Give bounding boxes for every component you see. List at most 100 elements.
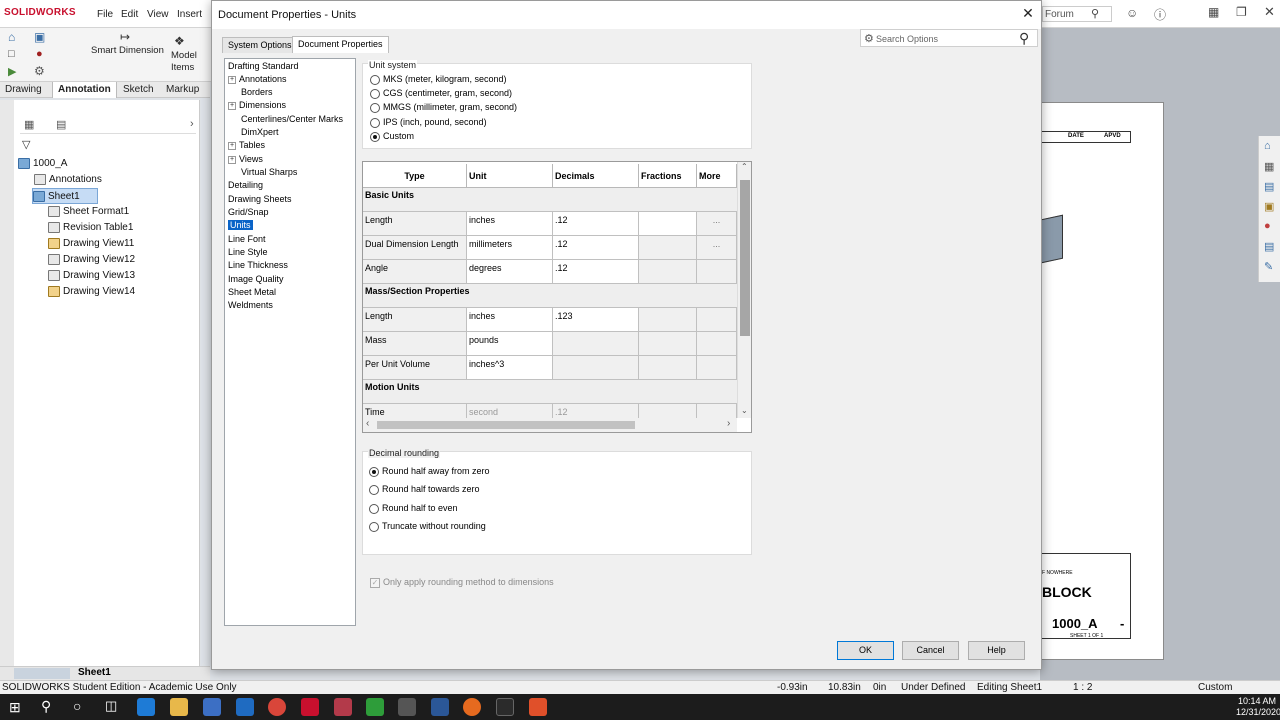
scroll-right-icon[interactable]: ›	[727, 418, 730, 429]
drawing-sheet[interactable]: DATE APVD F NOWHERE BLOCK 1000_A - SHEET…	[1040, 102, 1164, 660]
solidworks-icon[interactable]	[301, 698, 319, 716]
cat-line-font[interactable]: Line Font	[228, 233, 266, 246]
select-icon[interactable]: ▶	[8, 65, 16, 78]
design-library-icon[interactable]: ▦	[1264, 160, 1274, 173]
close-app-icon[interactable]: ✕	[1264, 4, 1275, 20]
cell-unit[interactable]: inches	[467, 308, 553, 332]
cell-decimals[interactable]: .12	[553, 260, 639, 284]
camera-icon[interactable]	[398, 698, 416, 716]
cell-unit[interactable]: inches^3	[467, 356, 553, 380]
new-icon[interactable]: □	[8, 48, 15, 60]
scroll-down-icon[interactable]: ⌄	[741, 406, 748, 415]
table-horizontal-scrollbar[interactable]: ‹ ›	[363, 418, 737, 432]
tab-markup[interactable]: Markup	[161, 82, 204, 98]
units-status[interactable]: Custom	[1198, 682, 1232, 693]
menu-edit[interactable]: Edit	[121, 9, 138, 20]
menu-file[interactable]: File	[97, 9, 113, 20]
home-icon[interactable]: ⌂	[8, 30, 15, 44]
cell-decimals[interactable]: .12	[553, 236, 639, 260]
chrome-icon[interactable]	[268, 698, 286, 716]
windows-start-icon[interactable]: ⊞	[9, 699, 21, 716]
radio-mks[interactable]: MKS (meter, kilogram, second)	[370, 72, 507, 86]
cell-unit[interactable]: pounds	[467, 332, 553, 356]
table-vertical-scrollbar[interactable]: ⌃ ⌄	[737, 162, 751, 418]
radio-ips[interactable]: IPS (inch, pound, second)	[370, 115, 487, 129]
radio-truncate[interactable]: Truncate without rounding	[369, 519, 486, 533]
ok-button[interactable]: OK	[837, 641, 894, 660]
cortana-icon[interactable]: ○	[73, 698, 81, 714]
clock-date[interactable]: 12/31/2020	[1236, 707, 1280, 717]
cat-image-quality[interactable]: Image Quality	[228, 273, 284, 286]
save-icon[interactable]: ▣	[34, 30, 45, 44]
word-icon[interactable]	[431, 698, 449, 716]
scale-status[interactable]: 1 : 2	[1073, 682, 1092, 693]
part-view[interactable]	[1041, 214, 1063, 264]
scrollbar-thumb[interactable]	[740, 180, 750, 336]
cell-fractions[interactable]	[639, 212, 697, 236]
smart-dimension-button[interactable]: Smart Dimension	[91, 45, 164, 56]
cat-dimensions[interactable]: + Dimensions	[228, 99, 286, 112]
edge-icon[interactable]	[137, 698, 155, 716]
cat-drafting-standard[interactable]: Drafting Standard	[228, 60, 299, 73]
radio-mmgs[interactable]: MMGS (millimeter, gram, second)	[370, 100, 517, 114]
radio-round-half-towards[interactable]: Round half towards zero	[369, 482, 480, 496]
cat-line-thickness[interactable]: Line Thickness	[228, 259, 288, 272]
file-explorer-icon[interactable]	[170, 698, 188, 716]
tab-drawing[interactable]: Drawing	[0, 82, 47, 98]
app-icon[interactable]	[496, 698, 514, 716]
cat-centerlines[interactable]: Centerlines/Center Marks	[241, 113, 343, 126]
cell-unit[interactable]: degrees	[467, 260, 553, 284]
recorder-icon[interactable]	[529, 698, 547, 716]
clock-time[interactable]: 10:14 AM	[1238, 696, 1276, 706]
search-icon[interactable]: ⚲	[1091, 7, 1099, 20]
cat-line-style[interactable]: Line Style	[228, 246, 268, 259]
custom-properties-icon[interactable]: ▤	[1264, 240, 1274, 253]
cat-virtual-sharps[interactable]: Virtual Sharps	[241, 166, 297, 179]
help-icon[interactable]: ⓘ	[1154, 6, 1166, 23]
task-view-icon[interactable]: ◫	[105, 698, 117, 714]
window-switch-icon[interactable]: ▦	[1208, 5, 1219, 19]
tab-system-options[interactable]: System Options	[222, 37, 298, 53]
radio-custom[interactable]: Custom	[370, 129, 414, 143]
model-items-label-1[interactable]: Model	[171, 50, 197, 61]
cat-drawing-sheets[interactable]: Drawing Sheets	[228, 193, 292, 206]
search-options-box[interactable]: ⚙ Search Options ⚲	[860, 29, 1038, 47]
close-icon[interactable]: ✕	[1018, 5, 1038, 23]
h-scrollbar-thumb[interactable]	[377, 421, 635, 429]
search-icon[interactable]: ⚲	[41, 698, 51, 715]
more-button[interactable]: ...	[697, 212, 737, 236]
scroll-left-icon[interactable]: ‹	[366, 418, 369, 429]
user-icon[interactable]: ☺	[1126, 6, 1138, 20]
tree-item-sheet-format1[interactable]: Sheet Format1	[48, 204, 129, 220]
cell-unit[interactable]: inches	[467, 212, 553, 236]
property-manager-icon[interactable]: ▤	[56, 118, 66, 131]
cat-dimxpert[interactable]: DimXpert	[241, 126, 279, 139]
options-gear-icon[interactable]: ⚙	[34, 64, 45, 78]
filter-icon[interactable]: ▽	[22, 138, 30, 151]
tab-sketch[interactable]: Sketch	[118, 82, 159, 98]
camtasia-icon[interactable]	[366, 698, 384, 716]
expand-icon[interactable]: +	[228, 141, 236, 150]
tree-item-drawing-view11[interactable]: Drawing View11	[48, 236, 134, 252]
outlook-icon[interactable]	[236, 698, 254, 716]
cat-units[interactable]: Units	[228, 219, 253, 232]
cat-borders[interactable]: Borders	[241, 86, 273, 99]
tree-item-revision-table1[interactable]: Revision Table1	[48, 220, 133, 236]
tab-document-properties[interactable]: Document Properties	[292, 36, 389, 53]
cat-tables[interactable]: + Tables	[228, 139, 265, 152]
tree-root[interactable]: 1000_A	[18, 156, 67, 172]
tree-item-sheet1[interactable]: Sheet1	[32, 188, 98, 204]
expand-icon[interactable]: +	[228, 155, 236, 164]
edrawings-icon[interactable]	[334, 698, 352, 716]
forum-search-box[interactable]: Forum ⚲	[1042, 6, 1112, 22]
search-icon[interactable]: ⚲	[1019, 30, 1029, 47]
file-explorer-icon[interactable]: ▤	[1264, 180, 1274, 193]
cell-decimals[interactable]: .123	[553, 308, 639, 332]
appearances-icon[interactable]: ●	[1264, 220, 1271, 232]
radio-round-half-even[interactable]: Round half to even	[369, 501, 458, 515]
store-icon[interactable]	[203, 698, 221, 716]
sheet-tab-sheet1[interactable]: Sheet1	[78, 667, 111, 678]
scroll-up-icon[interactable]: ⌃	[741, 162, 748, 171]
cat-annotations[interactable]: + Annotations	[228, 73, 287, 86]
cell-decimals[interactable]: .12	[553, 212, 639, 236]
